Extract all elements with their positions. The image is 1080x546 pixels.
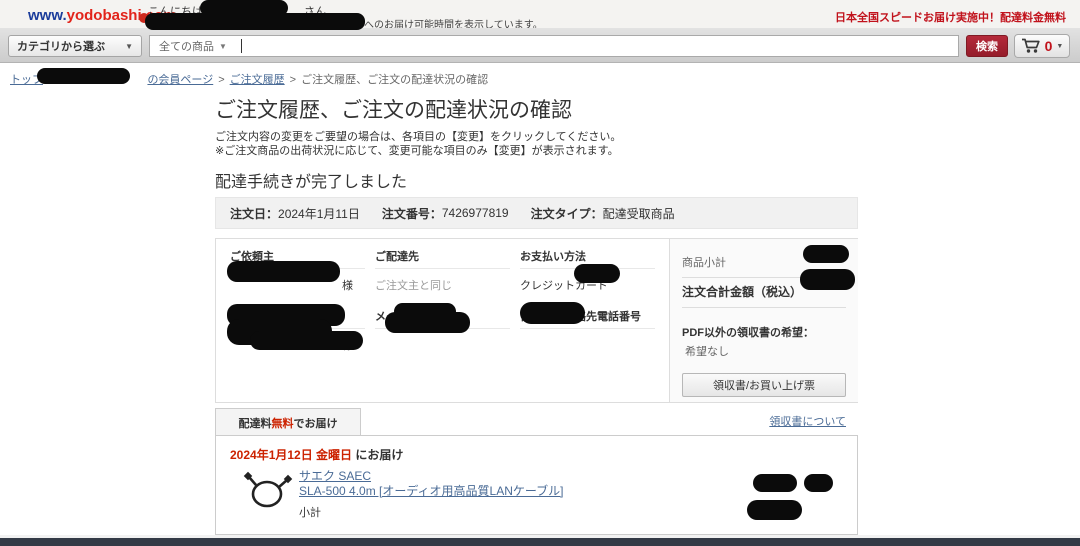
destination-label: ご配達先 xyxy=(375,239,510,269)
tab-free-text: 無料 xyxy=(271,417,294,430)
email-value xyxy=(375,329,510,359)
tab-prefix: 配達料 xyxy=(238,417,272,430)
product-links: サエク SAEC SLA-500 4.0m [オーディオ用高品質LANケーブル] xyxy=(299,469,564,499)
order-number-label: 注文番号： xyxy=(381,206,442,221)
subtotal-label: 商品小計 xyxy=(682,257,726,269)
product-brand-link[interactable]: サエク SAEC xyxy=(299,469,371,483)
payment-column: お支払い方法 クレジットカード 日中のご連絡先電話番号 xyxy=(520,239,655,359)
phone-value xyxy=(520,329,655,359)
cart-button[interactable]: 0 ▼ xyxy=(1014,34,1070,58)
redaction xyxy=(803,245,849,263)
redaction xyxy=(804,474,833,492)
order-type-value: 配達受取商品 xyxy=(602,206,675,221)
change-availability-note: ※ご注文商品の出荷状況に応じて、変更可能な項目のみ【変更】が表示されます。 xyxy=(215,145,619,157)
product-image-cable[interactable] xyxy=(241,468,293,514)
yodobashi-order-page: www.yodobashi.com こんにちは、 さん へのお届け可能時間を表示し… xyxy=(0,0,1080,546)
redaction xyxy=(37,68,130,84)
cart-icon xyxy=(1021,38,1040,53)
receipt-about-link[interactable]: 領収書について xyxy=(769,416,846,428)
category-select-button[interactable]: カテゴリから選ぶ ▼ xyxy=(8,35,142,57)
redaction xyxy=(385,312,470,333)
chevron-down-icon: ▼ xyxy=(125,41,133,51)
delivery-date: 2024年1月12日 金曜日 にお届け xyxy=(230,448,404,462)
redaction xyxy=(145,13,365,30)
page-title: ご注文履歴、ご注文の配達状況の確認 xyxy=(215,99,572,122)
destination-value: ご注文主と同じ xyxy=(375,280,452,292)
redaction xyxy=(520,302,585,324)
order-meta-bar: 注文日： 2024年1月11日 注文番号： 7426977819 注文タイプ： … xyxy=(215,197,858,229)
product-name-link[interactable]: SLA-500 4.0m [オーディオ用高品質LANケーブル] xyxy=(299,484,564,498)
redaction xyxy=(227,261,340,282)
order-date-label: 注文日： xyxy=(230,206,279,221)
search-button[interactable]: 検索 xyxy=(966,35,1008,57)
shipping-fee-tab[interactable]: 配達料 無料 でお届け xyxy=(215,408,361,436)
order-number-value: 7426977819 xyxy=(441,206,509,220)
logo-www: www. xyxy=(28,7,67,24)
order-summary-panel: 商品小計 注文合計金額（税込） PDF以外の領収書の希望： 希望なし 領収書/お… xyxy=(669,239,858,428)
redaction xyxy=(753,474,797,492)
receipt-button[interactable]: 領収書/お買い上げ票 xyxy=(682,373,846,397)
redaction xyxy=(250,331,363,350)
receipt-preference-label: PDF以外の領収書の希望： xyxy=(682,327,814,339)
order-date-value: 2024年1月11日 xyxy=(278,206,360,221)
line-subtotal-label: 小計 xyxy=(299,507,321,519)
total-label: 注文合計金額（税込） xyxy=(682,285,803,299)
order-type-label: 注文タイプ： xyxy=(530,206,603,221)
redaction xyxy=(574,264,620,283)
search-scope-label: 全ての商品 xyxy=(159,41,214,53)
receipt-about-link-wrap: 領収書について xyxy=(682,413,846,429)
redaction xyxy=(747,500,802,520)
promo-banner: 日本全国スピードお届け実施中！配達料金無料 xyxy=(835,12,1066,24)
tab-suffix: でお届け xyxy=(293,417,338,430)
chevron-down-icon: ▼ xyxy=(1056,42,1064,50)
delivery-status-heading: 配達手続きが完了しました xyxy=(215,174,408,191)
bottom-dark-bar xyxy=(0,538,1080,546)
destination-column: ご配達先 ご注文主と同じ メールアドレス xyxy=(375,239,510,359)
category-select-label: カテゴリから選ぶ xyxy=(17,41,105,53)
redaction xyxy=(800,269,855,290)
receipt-preference-value: 希望なし xyxy=(685,346,729,358)
cart-count: 0 xyxy=(1044,38,1053,54)
